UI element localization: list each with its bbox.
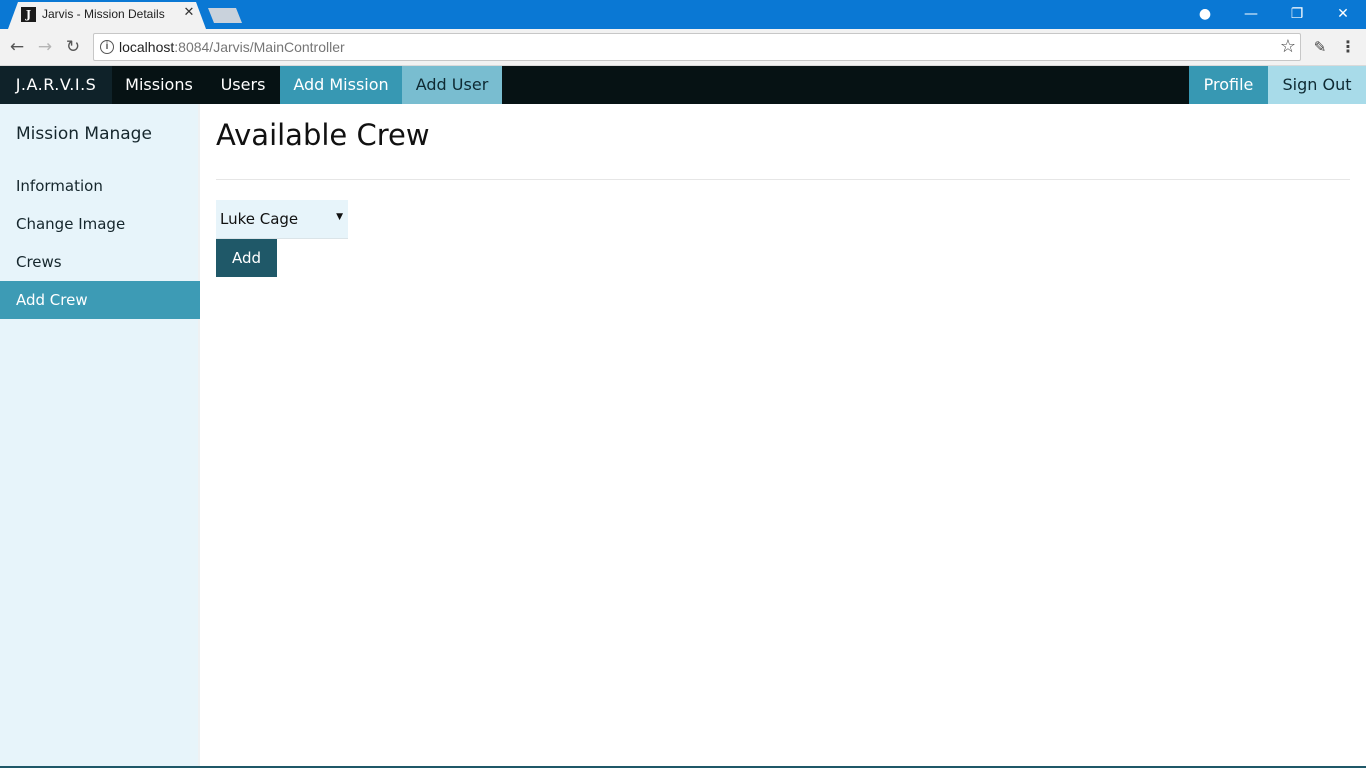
new-tab-button[interactable] [208,8,242,23]
page-title: Available Crew [216,118,430,152]
nav-profile[interactable]: Profile [1189,66,1268,104]
sidebar-item-add-crew[interactable]: Add Crew [0,281,200,319]
sidebar-heading: Mission Manage [16,124,152,144]
divider [216,179,1350,180]
nav-sign-out[interactable]: Sign Out [1268,66,1366,104]
add-crew-button[interactable]: Add [216,239,277,277]
caret-down-icon: ▼ [336,212,343,222]
url-path: :8084/Jarvis/MainController [174,39,345,55]
crew-select[interactable]: Luke Cage ▼ [216,200,348,239]
bookmark-star-icon[interactable]: ☆ [1280,36,1296,58]
sidebar: Mission Manage Information Change Image … [0,104,200,768]
url-host: localhost [119,39,175,55]
minimize-icon[interactable]: — [1228,0,1274,29]
info-icon[interactable]: i [100,40,114,54]
address-bar[interactable]: i localhost:8084/Jarvis/MainController ☆ [93,33,1301,61]
jarvis-favicon-icon: J [21,7,36,22]
tab-close-icon[interactable]: ✕ [181,5,197,21]
maximize-icon[interactable]: ❐ [1274,0,1320,29]
url-text[interactable]: localhost:8084/Jarvis/MainController [119,39,345,55]
window-close-icon[interactable]: ✕ [1320,0,1366,29]
app-navbar: J.A.R.V.I.S Missions Users Add Mission A… [0,66,1366,104]
eyedropper-icon[interactable]: ✎ [1308,35,1332,59]
forward-icon[interactable]: → [33,35,57,59]
browser-titlebar: J Jarvis - Mission Details ✕ ● — ❐ ✕ [0,0,1366,29]
crew-select-value: Luke Cage [220,210,299,228]
sidebar-item-change-image[interactable]: Change Image [0,205,200,243]
reload-icon[interactable]: ↻ [61,35,85,59]
brand-link[interactable]: J.A.R.V.I.S [0,66,112,104]
sidebar-item-crews[interactable]: Crews [0,243,200,281]
nav-missions[interactable]: Missions [112,66,206,104]
tab-title: Jarvis - Mission Details [42,7,165,21]
nav-add-user[interactable]: Add User [402,66,502,104]
browser-menu-icon[interactable]: ⋮ [1338,35,1358,59]
nav-users[interactable]: Users [206,66,280,104]
nav-add-mission[interactable]: Add Mission [280,66,402,104]
profile-icon[interactable]: ● [1182,0,1228,29]
browser-toolbar: ← → ↻ i localhost:8084/Jarvis/MainContro… [0,29,1366,66]
back-icon[interactable]: ← [5,35,29,59]
sidebar-item-information[interactable]: Information [0,167,200,205]
